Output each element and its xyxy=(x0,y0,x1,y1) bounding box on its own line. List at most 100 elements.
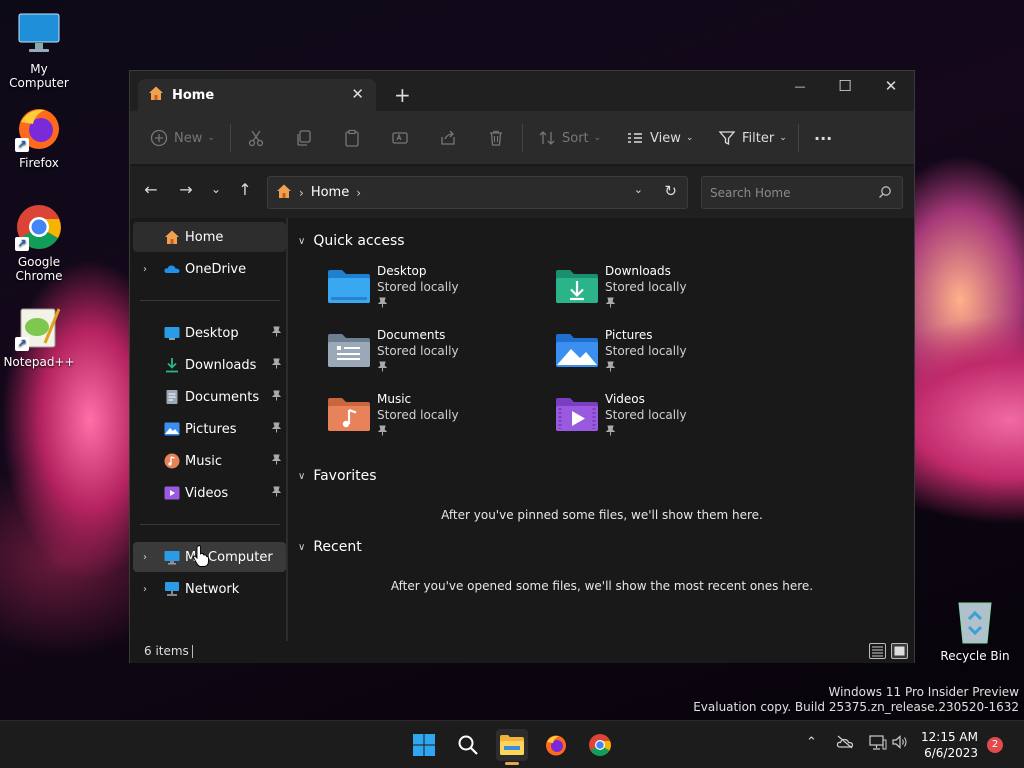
view-list-icon xyxy=(626,129,644,147)
folder-status: Stored locally xyxy=(605,280,687,294)
pin-icon[interactable] xyxy=(271,422,282,436)
view-button[interactable]: View ⌄ xyxy=(626,128,693,148)
mouse-cursor-icon xyxy=(193,545,209,571)
active-app-indicator xyxy=(505,762,519,765)
sidebar-item-downloads[interactable]: Downloads xyxy=(133,350,286,380)
chevron-right-icon[interactable]: › xyxy=(143,584,147,595)
filter-label: Filter xyxy=(742,130,775,146)
refresh-button[interactable]: ↻ xyxy=(664,182,677,200)
sidebar-item-network[interactable]: › Network xyxy=(133,574,286,604)
breadcrumb-home[interactable]: Home xyxy=(311,185,349,200)
desktop-icon-chrome[interactable]: ↗ Google Chrome xyxy=(0,203,78,283)
pin-icon[interactable] xyxy=(271,326,282,340)
sidebar-item-onedrive[interactable]: › OneDrive xyxy=(133,254,286,284)
minimize-button[interactable]: — xyxy=(785,80,815,93)
taskbar-firefox[interactable] xyxy=(540,729,572,761)
more-options-button[interactable]: ··· xyxy=(814,128,832,148)
sort-icon xyxy=(538,129,556,147)
network-status-icon[interactable] xyxy=(869,735,887,755)
chevron-down-icon: ∨ xyxy=(298,235,306,247)
quick-access-documents[interactable]: Documents Stored locally xyxy=(327,328,527,382)
breadcrumb-separator-icon[interactable]: › xyxy=(356,186,361,200)
details-view-button[interactable] xyxy=(869,643,886,659)
item-count: 6 items xyxy=(144,644,189,658)
address-bar[interactable]: › Home › ⌄ ↻ xyxy=(267,176,688,209)
folder-name: Desktop xyxy=(377,264,427,278)
volume-icon[interactable] xyxy=(892,735,908,753)
back-button[interactable]: ← xyxy=(140,180,162,199)
close-tab-icon[interactable]: ✕ xyxy=(351,85,364,103)
search-button[interactable] xyxy=(452,729,484,761)
home-icon xyxy=(164,229,180,245)
sort-button[interactable]: Sort ⌄ xyxy=(538,128,601,148)
paste-button[interactable] xyxy=(343,128,367,148)
tab-home[interactable]: Home ✕ xyxy=(138,79,376,111)
recent-locations-button[interactable]: ⌄ xyxy=(205,182,227,196)
quick-access-pictures[interactable]: Pictures Stored locally xyxy=(555,328,755,382)
address-history-dropdown[interactable]: ⌄ xyxy=(634,183,643,196)
sidebar-item-videos[interactable]: Videos xyxy=(133,478,286,508)
maximize-button[interactable]: ☐ xyxy=(830,77,860,95)
pin-icon xyxy=(377,361,388,375)
desktop-icon-label: Firefox xyxy=(19,156,59,170)
taskbar-chrome[interactable] xyxy=(584,729,616,761)
videos-icon xyxy=(164,485,180,501)
pin-icon[interactable] xyxy=(271,390,282,404)
cut-button[interactable] xyxy=(247,128,271,148)
sidebar-item-desktop[interactable]: Desktop xyxy=(133,318,286,348)
sidebar-item-my-computer[interactable]: › My Computer xyxy=(133,542,286,572)
favorites-empty-message: After you've pinned some files, we'll sh… xyxy=(441,508,763,522)
recent-empty-message: After you've opened some files, we'll sh… xyxy=(390,579,814,593)
filter-button[interactable]: Filter ⌄ xyxy=(718,128,787,148)
pin-icon[interactable] xyxy=(271,486,282,500)
up-button[interactable]: ↑ xyxy=(234,180,256,199)
sidebar-item-label: Pictures xyxy=(185,421,237,437)
close-window-button[interactable]: ✕ xyxy=(876,77,906,95)
search-input[interactable] xyxy=(710,185,860,200)
desktop-folder-icon xyxy=(327,268,371,304)
desktop-icon-notepadpp[interactable]: ↗ Notepad++ xyxy=(0,303,78,369)
recent-header[interactable]: ∨ Recent xyxy=(298,539,362,555)
folder-name: Music xyxy=(377,392,412,406)
quick-access-music[interactable]: Music Stored locally xyxy=(327,392,527,446)
quick-access-header[interactable]: ∨ Quick access xyxy=(298,233,405,249)
start-button[interactable] xyxy=(408,729,440,761)
onedrive-offline-icon[interactable] xyxy=(836,735,854,753)
quick-access-downloads[interactable]: Downloads Stored locally xyxy=(555,264,755,318)
copy-button[interactable] xyxy=(295,128,319,148)
chevron-right-icon[interactable]: › xyxy=(143,552,147,563)
pin-icon[interactable] xyxy=(271,454,282,468)
desktop-icon-recycle-bin[interactable]: Recycle Bin xyxy=(936,597,1014,663)
breadcrumb-separator-icon[interactable]: › xyxy=(299,186,304,200)
search-icon[interactable] xyxy=(878,185,892,202)
desktop-icon-label: Notepad++ xyxy=(3,355,75,369)
desktop-icon-my-computer[interactable]: My Computer xyxy=(0,10,78,90)
new-label: New xyxy=(174,130,203,146)
pin-icon[interactable] xyxy=(271,358,282,372)
show-hidden-icons-button[interactable]: ⌃ xyxy=(806,735,817,750)
taskbar-file-explorer[interactable] xyxy=(496,729,528,765)
chevron-right-icon[interactable]: › xyxy=(143,264,147,275)
pin-icon xyxy=(605,425,616,439)
delete-button[interactable] xyxy=(487,128,511,148)
quick-access-videos[interactable]: Videos Stored locally xyxy=(555,392,755,446)
new-button[interactable]: New ⌄ xyxy=(150,128,215,148)
quick-access-desktop[interactable]: Desktop Stored locally xyxy=(327,264,527,318)
tiles-view-button[interactable] xyxy=(891,643,908,659)
tab-label: Home xyxy=(172,87,215,103)
sidebar-item-home[interactable]: Home xyxy=(133,222,286,252)
favorites-header[interactable]: ∨ Favorites xyxy=(298,468,377,484)
notification-badge[interactable]: 2 xyxy=(987,737,1003,753)
forward-button[interactable]: → xyxy=(175,180,197,199)
music-icon xyxy=(164,453,180,469)
sidebar-item-documents[interactable]: Documents xyxy=(133,382,286,412)
desktop-folder-icon xyxy=(164,325,180,341)
new-tab-button[interactable]: + xyxy=(394,83,411,107)
share-button[interactable] xyxy=(439,128,463,148)
sidebar-item-music[interactable]: Music xyxy=(133,446,286,476)
rename-button[interactable] xyxy=(391,128,415,148)
search-box[interactable] xyxy=(701,176,903,209)
desktop-icon-firefox[interactable]: ↗ Firefox xyxy=(0,104,78,170)
clock[interactable]: 12:15 AM 6/6/2023 xyxy=(921,729,978,761)
sidebar-item-pictures[interactable]: Pictures xyxy=(133,414,286,444)
